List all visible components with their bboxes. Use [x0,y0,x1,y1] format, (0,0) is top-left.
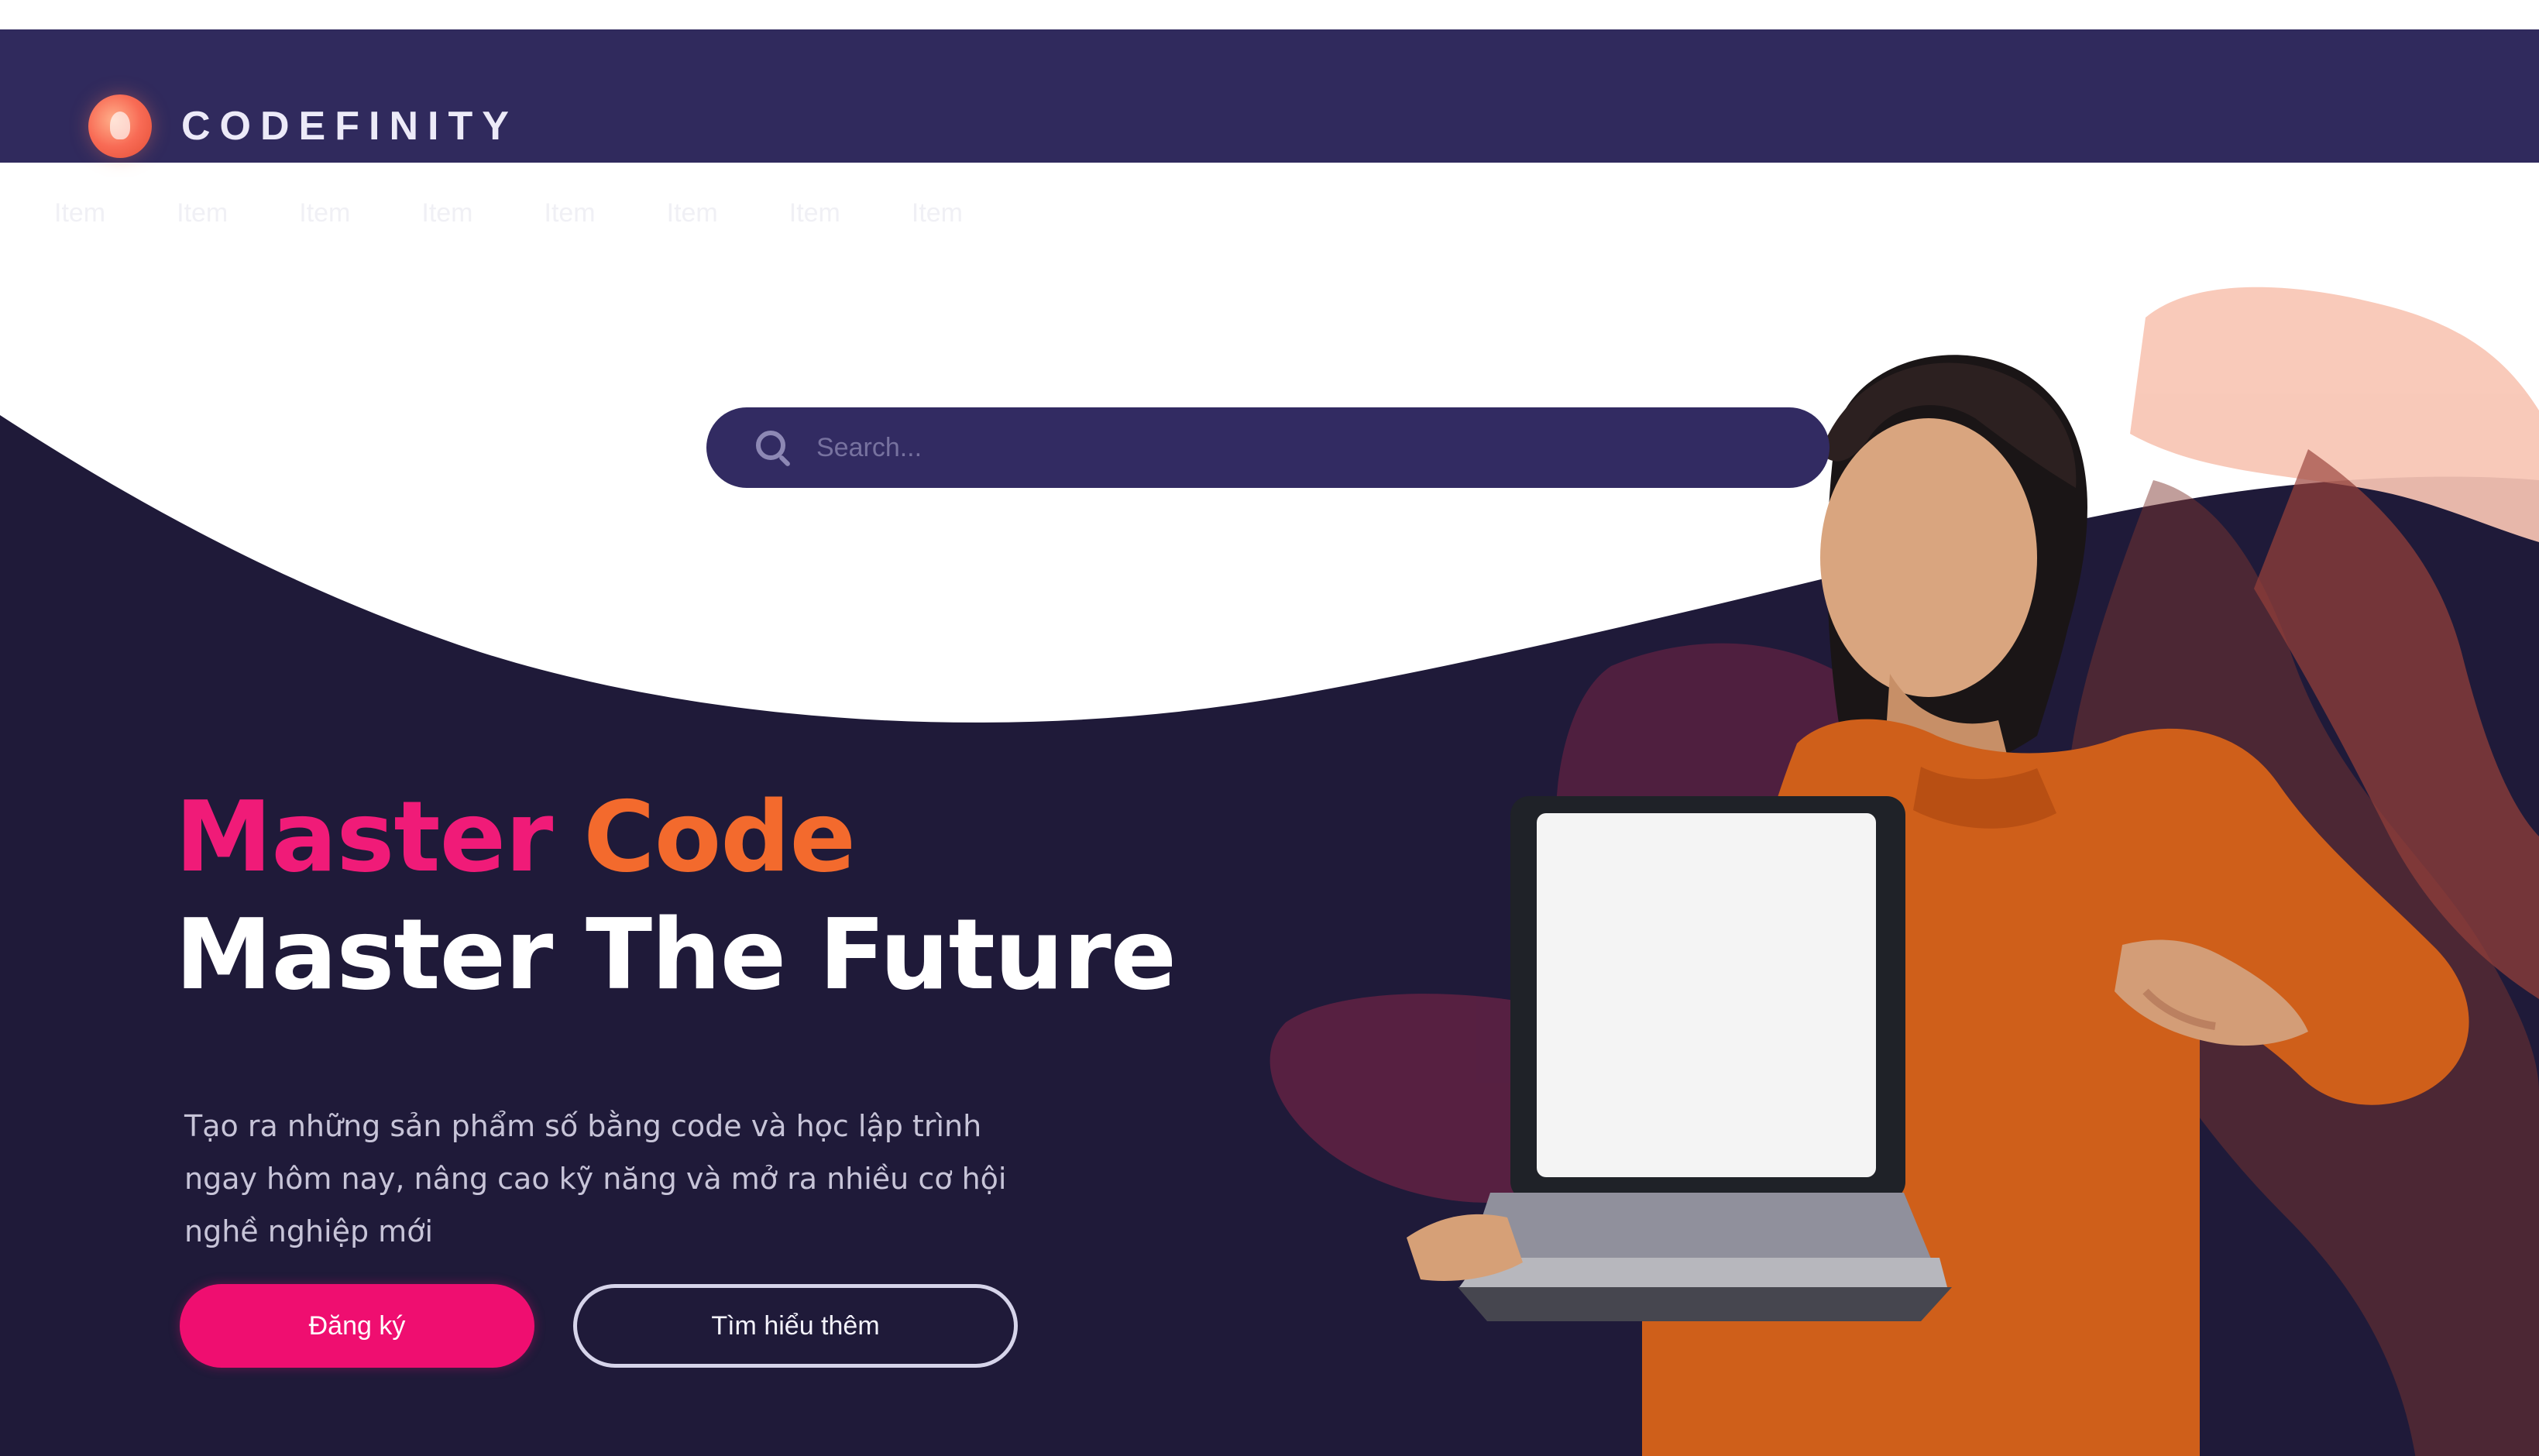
main-navigation: Item Item Item Item Item Item Item Item [54,198,963,228]
primary-cta-button[interactable]: Đăng ký [180,1284,534,1368]
logo-mark-icon [88,94,152,158]
nav-item-2[interactable]: Item [177,198,228,228]
secondary-cta-button[interactable]: Tìm hiểu thêm [573,1284,1018,1368]
headline-line-1: Master Code [175,788,1176,886]
nav-item-4[interactable]: Item [421,198,472,228]
person-image [1407,355,2469,1456]
search-bar[interactable] [706,407,1830,488]
nav-item-8[interactable]: Item [912,198,963,228]
hero-headline: Master Code Master The Future [175,788,1177,1011]
headline-line-2: Master The Future [175,898,1177,1011]
headline-master-word: Master [175,780,553,894]
nav-item-7[interactable]: Item [789,198,840,228]
brand[interactable]: CODEFINITY [88,93,518,160]
brand-name: CODEFINITY [181,104,518,149]
hero-description: Tạo ra những sản phẩm số bằng code và họ… [184,1100,1036,1258]
search-icon[interactable] [756,431,790,465]
headline-code-word: Code [583,780,856,894]
description-line-1: Tạo ra những sản phẩm số bằng code và họ… [184,1109,982,1143]
nav-item-5[interactable]: Item [545,198,596,228]
search-input[interactable] [815,425,1747,470]
description-line-2: ngay hôm nay, nâng cao kỹ năng và mở ra … [184,1162,1007,1196]
nav-item-1[interactable]: Item [54,198,105,228]
landing-page: CODEFINITY Item Item Item Item Item Item… [0,0,2539,1456]
description-line-3: nghề nghiệp mới [184,1214,433,1248]
top-navigation-bar: CODEFINITY [0,29,2539,163]
nav-item-3[interactable]: Item [299,198,350,228]
nav-item-6[interactable]: Item [667,198,718,228]
